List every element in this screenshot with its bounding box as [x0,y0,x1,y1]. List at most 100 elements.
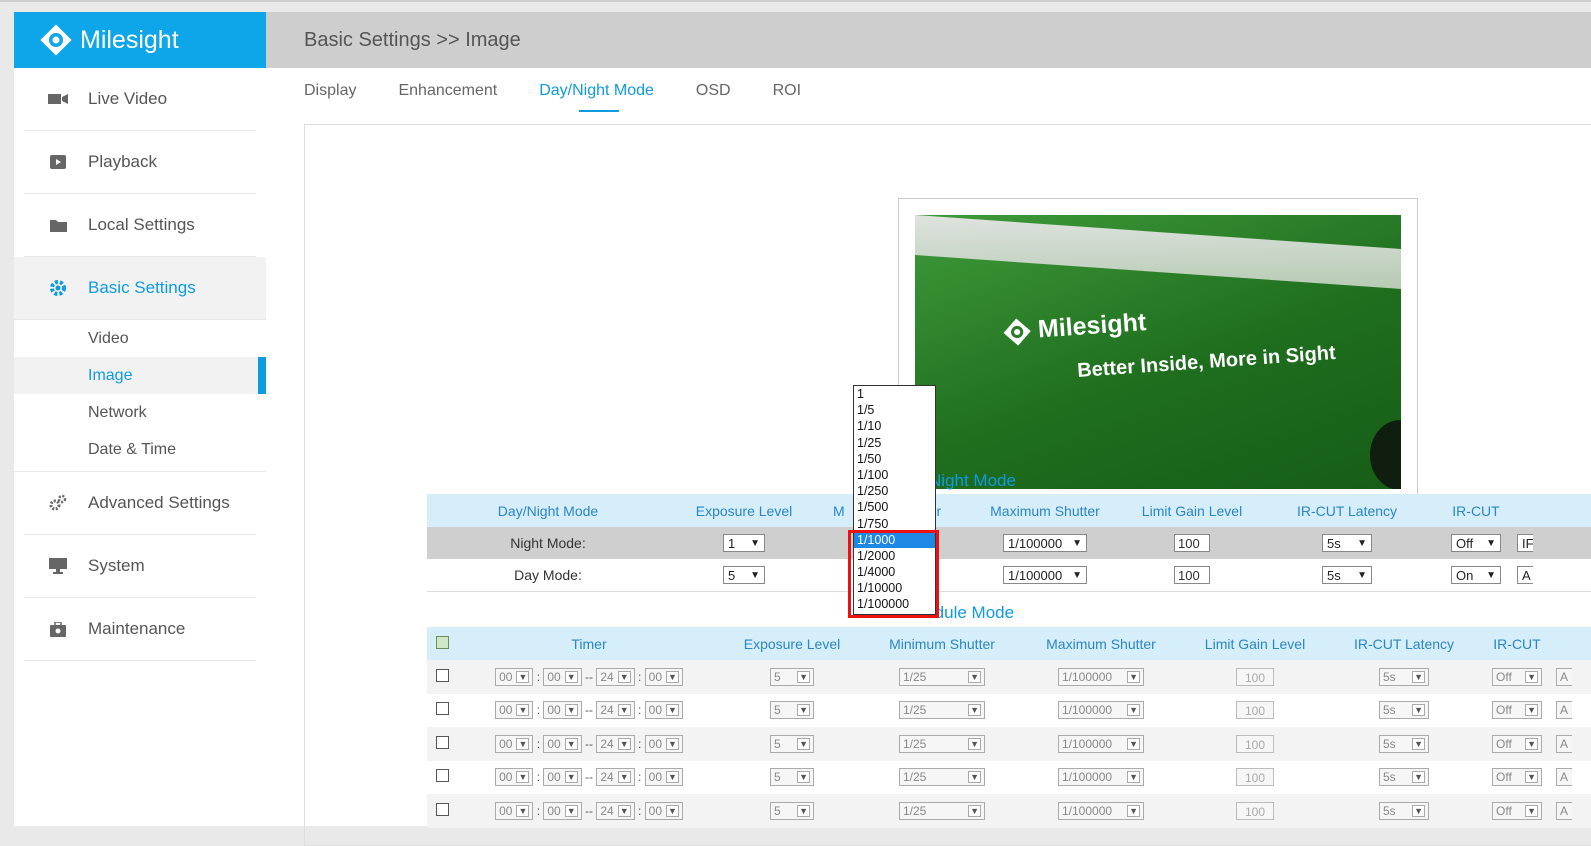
exposure-level-select[interactable]: 5 ▼ [770,734,814,753]
sidebar-item-local-settings[interactable]: Local Settings [24,194,256,257]
end-hour-select[interactable]: 24 ▼ [596,667,635,686]
start-hour-select[interactable]: 00 ▼ [495,801,534,820]
start-hour-select[interactable]: 00 ▼ [495,667,534,686]
start-hour-select[interactable]: 00 ▼ [495,734,534,753]
min-shutter-select[interactable]: 1/25 ▼ [899,701,985,720]
extra-select[interactable]: A [1556,768,1572,787]
start-hour-select[interactable]: 00 ▼ [495,768,534,787]
end-minute-select[interactable]: 00 ▼ [644,768,683,787]
max-shutter-select[interactable]: 1/100000 ▼ [1058,768,1144,787]
ir-cut-select[interactable]: On ▼ [1451,566,1501,584]
sidebar-item-basic-settings[interactable]: Basic Settings [14,257,266,320]
brand-logo[interactable]: Milesight [14,12,266,68]
end-minute-select[interactable]: 00 ▼ [644,801,683,820]
max-shutter-select[interactable]: 1/100000 ▼ [1058,667,1144,686]
subitem-date-time[interactable]: Date & Time [14,431,266,468]
exposure-level-select[interactable]: 5 ▼ [770,701,814,720]
limit-gain-input[interactable]: 100 [1236,801,1274,820]
row-checkbox[interactable] [435,702,449,716]
ir-cut-select[interactable]: Off ▼ [1492,801,1542,820]
dropdown-option[interactable]: 1/250 [854,483,935,499]
end-minute-select[interactable]: 00 ▼ [644,701,683,720]
max-shutter-select[interactable]: 1/100000 ▼ [1003,566,1087,584]
dropdown-option[interactable]: 1/4000 [854,564,935,580]
ir-cut-select[interactable]: Off ▼ [1492,667,1542,686]
ir-cut-select[interactable]: Off ▼ [1451,534,1501,552]
row-checkbox[interactable] [435,668,449,682]
dropdown-option[interactable]: 1/750 [854,516,935,532]
dropdown-option[interactable]: 1/100 [854,467,935,483]
extra-select[interactable]: A [1556,667,1572,686]
min-shutter-select[interactable]: 1/25 ▼ [899,734,985,753]
sidebar-item-system[interactable]: System [24,535,256,598]
dropdown-option[interactable]: 1/25 [854,435,935,451]
extra-select[interactable]: A [1556,801,1572,820]
sidebar-item-maintenance[interactable]: Maintenance [24,598,256,661]
minimum-shutter-dropdown-list[interactable]: 1 1/5 1/10 1/25 1/50 1/100 1/250 1/500 1/750 1/10… [853,385,936,615]
ir-cut-select[interactable]: Off ▼ [1492,768,1542,787]
limit-gain-input[interactable]: 100 [1174,566,1210,584]
ir-cut-latency-select[interactable]: 5s ▼ [1379,801,1429,820]
extra-select[interactable]: IF [1517,534,1534,552]
select-all-checkbox[interactable] [435,635,449,649]
limit-gain-input[interactable]: 100 [1236,701,1274,720]
tab-roi[interactable]: ROI [773,82,801,112]
min-shutter-select[interactable]: 1/25 ▼ [899,801,985,820]
ir-cut-latency-select[interactable]: 5s ▼ [1379,667,1429,686]
start-minute-select[interactable]: 00 ▼ [543,667,582,686]
subitem-image[interactable]: Image [14,357,266,394]
dropdown-option[interactable]: 1/50 [854,451,935,467]
ir-cut-latency-select[interactable]: 5s ▼ [1379,734,1429,753]
sidebar-item-live-video[interactable]: Live Video [24,68,256,131]
dropdown-option[interactable]: 1/1000 [854,531,935,548]
ir-cut-latency-select[interactable]: 5s ▼ [1322,566,1372,584]
start-minute-select[interactable]: 00 ▼ [543,801,582,820]
dropdown-option[interactable]: 1 [854,386,935,402]
sidebar-item-advanced-settings[interactable]: Advanced Settings [24,472,256,535]
end-hour-select[interactable]: 24 ▼ [596,801,635,820]
max-shutter-select[interactable]: 1/100000 ▼ [1058,801,1144,820]
subitem-video[interactable]: Video [14,320,266,357]
subitem-network[interactable]: Network [14,394,266,431]
exposure-level-select[interactable]: 5 ▼ [770,801,814,820]
extra-select[interactable]: A [1517,566,1533,584]
limit-gain-input[interactable]: 100 [1174,534,1210,552]
start-hour-select[interactable]: 00 ▼ [495,701,534,720]
end-hour-select[interactable]: 24 ▼ [596,701,635,720]
max-shutter-select[interactable]: 1/100000 ▼ [1058,701,1144,720]
row-checkbox[interactable] [435,802,449,816]
end-hour-select[interactable]: 24 ▼ [596,734,635,753]
dropdown-option[interactable]: 1/100000 [854,596,935,612]
dropdown-option[interactable]: 1/10000 [854,580,935,596]
extra-select[interactable]: A [1556,734,1572,753]
row-checkbox[interactable] [435,769,449,783]
min-shutter-select[interactable]: 1/25 ▼ [899,667,985,686]
min-shutter-select[interactable]: 1/25 ▼ [899,768,985,787]
ir-cut-select[interactable]: Off ▼ [1492,734,1542,753]
dropdown-option[interactable]: 1/2000 [854,548,935,564]
tab-day-night-mode[interactable]: Day/Night Mode [539,82,654,112]
exposure-level-select[interactable]: 1 ▼ [723,534,765,552]
exposure-level-select[interactable]: 5 ▼ [770,667,814,686]
row-checkbox[interactable] [435,735,449,749]
sidebar-item-playback[interactable]: Playback [24,131,256,194]
tab-display[interactable]: Display [304,82,356,112]
dropdown-option[interactable]: 1/500 [854,499,935,515]
start-minute-select[interactable]: 00 ▼ [543,734,582,753]
tab-enhancement[interactable]: Enhancement [398,82,497,112]
end-minute-select[interactable]: 00 ▼ [644,734,683,753]
start-minute-select[interactable]: 00 ▼ [543,701,582,720]
max-shutter-select[interactable]: 1/100000 ▼ [1003,534,1087,552]
limit-gain-input[interactable]: 100 [1236,768,1274,787]
ir-cut-latency-select[interactable]: 5s ▼ [1379,768,1429,787]
ir-cut-latency-select[interactable]: 5s ▼ [1322,534,1372,552]
end-minute-select[interactable]: 00 ▼ [644,667,683,686]
dropdown-option[interactable]: 1/5 [854,402,935,418]
ir-cut-latency-select[interactable]: 5s ▼ [1379,701,1429,720]
start-minute-select[interactable]: 00 ▼ [543,768,582,787]
limit-gain-input[interactable]: 100 [1236,667,1274,686]
dropdown-option[interactable]: 1/10 [854,418,935,434]
exposure-level-select[interactable]: 5 ▼ [723,566,765,584]
end-hour-select[interactable]: 24 ▼ [596,768,635,787]
extra-select[interactable]: A [1556,701,1572,720]
